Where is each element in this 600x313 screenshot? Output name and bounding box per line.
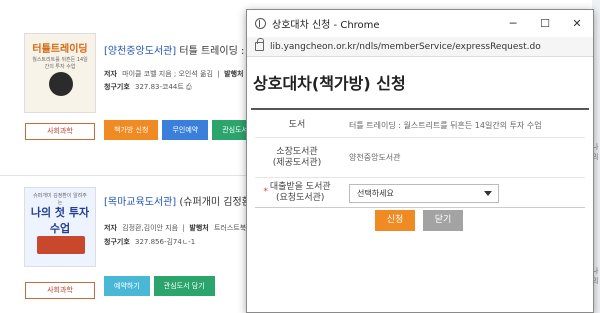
book-value: 터틀 트레이딩 : 월스트리트를 뒤흔든 14일간의 투자 수업 bbox=[349, 121, 542, 130]
bookbag-request-button[interactable]: 책가방 신청 bbox=[104, 120, 159, 140]
cover-title: 나의 첫 투자 수업 bbox=[30, 206, 90, 235]
form-row-pickup-library: * 대출받을 도서관 (요청도서관) 선택하세요 bbox=[255, 178, 585, 208]
book-title-line[interactable]: [목마교육도서관] (슈퍼개미 김정환 bbox=[104, 193, 251, 208]
print-icon[interactable]: ⎙ bbox=[186, 83, 192, 91]
author-label: 저자 bbox=[104, 70, 117, 78]
url-text[interactable]: lib.yangcheon.or.kr/ndls/memberService/e… bbox=[270, 42, 541, 52]
close-button[interactable]: 닫기 bbox=[423, 210, 463, 231]
subject-button[interactable]: 사회과학 bbox=[25, 282, 95, 299]
library-tag[interactable]: [양천중앙도서관] bbox=[104, 46, 176, 57]
holding-library-label: 소장도서관 (제공도서관) bbox=[272, 146, 322, 168]
author-row: 저자 마이클 코벨 지음 ; 오인석 옮김 | 발행처 bbox=[104, 70, 244, 78]
window-controls: ─ ☐ ✕ bbox=[497, 10, 593, 37]
author-row: 저자 김정환,김이안 지음 | 발행처 트러스트북 bbox=[104, 224, 247, 232]
call-number-value: 327.83-코44트 bbox=[135, 83, 184, 91]
call-number-row: 청구기호 327.856-김74ㄴ-1 bbox=[104, 237, 195, 247]
window-titlebar[interactable]: 상호대차 신청 - Chrome ─ ☐ ✕ bbox=[247, 10, 593, 37]
globe-icon bbox=[255, 18, 266, 29]
book-cover[interactable]: 터틀트레이딩 월스트리트를 뒤흔든 14일간의 투자 수업 bbox=[24, 33, 96, 113]
cover-art bbox=[37, 236, 85, 254]
select-value: 선택하세요 bbox=[357, 189, 394, 198]
window-title: 상호대차 신청 - Chrome bbox=[272, 20, 380, 31]
publisher-value: 트러스트북 bbox=[213, 224, 247, 232]
call-number-value: 327.856-김74ㄴ-1 bbox=[135, 238, 196, 246]
subject-button[interactable]: 사회과학 bbox=[25, 123, 95, 140]
popup-window: 상호대차 신청 - Chrome ─ ☐ ✕ lib.yangcheon.or.… bbox=[246, 9, 594, 313]
call-number-row: 청구기호 327.83-코44트 ⎙ bbox=[104, 82, 192, 92]
reserve-button[interactable]: 예약하기 bbox=[104, 276, 150, 296]
pickup-library-label-cell: * 대출받을 도서관 (요청도서관) bbox=[255, 178, 339, 207]
library-tag[interactable]: [목마교육도서관] bbox=[104, 197, 176, 208]
required-mark: * bbox=[263, 187, 268, 197]
book-label: 도서 bbox=[288, 120, 306, 130]
author-label: 저자 bbox=[104, 224, 117, 232]
unmanned-reserve-button[interactable]: 무인예약 bbox=[162, 120, 209, 140]
form-buttons: 신청 닫기 bbox=[375, 210, 463, 231]
cover-subtitle: 월스트리트를 뒤흔든 14일간의 투자 수업 bbox=[32, 57, 88, 70]
action-buttons: 예약하기 관심도서 담기 bbox=[104, 276, 215, 296]
form-row-holding-library: 소장도서관 (제공도서관) 양천중앙도서관 bbox=[255, 138, 585, 178]
address-bar[interactable]: lib.yangcheon.or.kr/ndls/memberService/e… bbox=[247, 37, 593, 57]
close-icon[interactable]: ✕ bbox=[561, 10, 593, 37]
call-number-label: 청구기호 bbox=[104, 238, 130, 246]
title-divider bbox=[251, 108, 589, 110]
page-title: 상호대차(책가방) 신청 bbox=[253, 74, 406, 93]
pickup-library-label: 대출받을 도서관 (요청도서관) bbox=[269, 181, 331, 203]
holding-library-value: 양천중앙도서관 bbox=[349, 153, 401, 162]
maximize-icon[interactable]: ☐ bbox=[529, 10, 561, 37]
chevron-down-icon bbox=[484, 191, 492, 196]
cover-art bbox=[49, 72, 73, 96]
minimize-icon[interactable]: ─ bbox=[497, 10, 529, 37]
call-number-label: 청구기호 bbox=[104, 83, 130, 91]
book-title[interactable]: (슈퍼개미 김정환 bbox=[179, 197, 250, 208]
cover-title: 터틀트레이딩 bbox=[32, 44, 88, 55]
author-value: 마이클 코벨 지음 ; 오인석 옮김 bbox=[122, 70, 213, 78]
form-row-book: 도서 터틀 트레이딩 : 월스트리트를 뒤흔든 14일간의 투자 수업 bbox=[255, 114, 585, 138]
author-value: 김정환,김이안 지음 bbox=[122, 224, 179, 232]
lock-icon[interactable] bbox=[255, 38, 264, 51]
publisher-label: 발행처 bbox=[189, 224, 209, 232]
pickup-library-select[interactable]: 선택하세요 bbox=[349, 184, 499, 203]
publisher-label: 발행처 bbox=[224, 70, 244, 78]
book-cover[interactable]: 슈퍼개미 김정환이 알려주는 나의 첫 투자 수업 bbox=[24, 187, 96, 267]
apply-button[interactable]: 신청 bbox=[375, 210, 415, 231]
book-title-line[interactable]: [양천중앙도서관] 터틀 트레이딩 : 월스 bbox=[104, 42, 266, 57]
add-favorite-button[interactable]: 관심도서 담기 bbox=[153, 276, 215, 296]
